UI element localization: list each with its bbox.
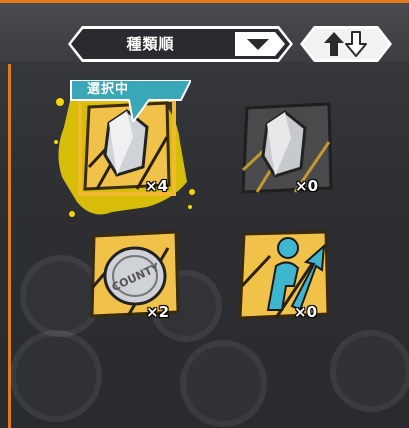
selected-banner: 選択中 — [65, 80, 191, 122]
sort-order-button[interactable] — [300, 26, 392, 62]
crystal-icon — [241, 102, 333, 194]
chevron-down-icon — [235, 32, 285, 56]
sort-dropdown-label: 種類順 — [126, 35, 175, 53]
person-arrow-icon — [238, 230, 330, 320]
item-count: ×0 — [294, 303, 318, 321]
background-coin — [330, 330, 409, 412]
item-county-coin[interactable]: COUNTY ×2 — [88, 228, 188, 328]
arrow-down-icon — [345, 31, 367, 57]
arrow-up-icon — [324, 32, 344, 56]
item-count: ×2 — [146, 303, 170, 321]
sort-order-icon — [324, 31, 367, 57]
top-accent-line — [0, 0, 409, 3]
selected-label: 選択中 — [87, 82, 130, 97]
item-count: ×4 — [145, 177, 169, 195]
coin-icon: COUNTY — [90, 230, 180, 318]
item-dark-crystal[interactable]: ×0 — [237, 100, 337, 200]
item-count: ×0 — [295, 177, 319, 195]
item-level-up-figure[interactable]: ×0 — [236, 228, 336, 328]
sort-dropdown[interactable]: 種類順 — [68, 26, 293, 62]
background-coin — [180, 340, 267, 427]
background-coin — [10, 330, 102, 422]
